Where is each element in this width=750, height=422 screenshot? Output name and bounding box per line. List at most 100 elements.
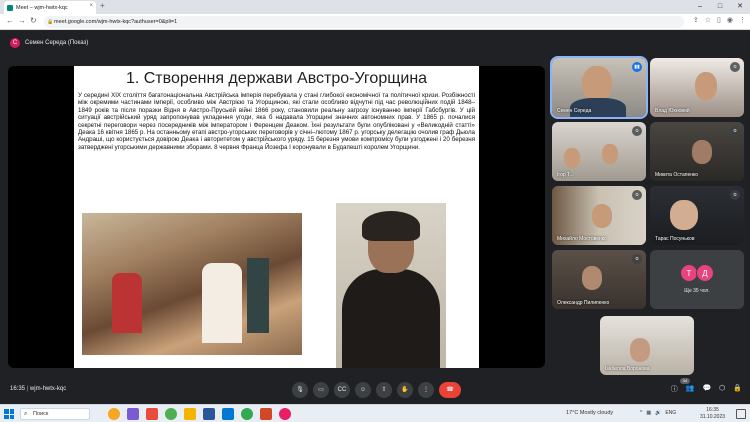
participant-name: Влад Юхновий — [655, 108, 690, 114]
app-icon[interactable] — [127, 408, 139, 420]
participant-tile[interactable]: ⦸ Олександр Пилипенко — [552, 250, 646, 309]
share-icon[interactable]: ⇪ — [693, 16, 699, 24]
info-icon[interactable]: ⓘ — [671, 384, 678, 394]
close-window-icon[interactable]: ✕ — [730, 0, 750, 14]
captions-button[interactable]: CC — [334, 382, 350, 398]
taskbar-search-input[interactable]: ⌕ Поиск — [20, 408, 90, 420]
close-tab-icon[interactable]: × — [89, 3, 93, 9]
participant-tile[interactable]: Ізабелла Воронова — [600, 316, 694, 375]
participant-tile[interactable]: ▮▮ Семен Середа — [550, 56, 648, 119]
folder-icon[interactable] — [184, 408, 196, 420]
camera-button[interactable]: ▭ — [313, 382, 329, 398]
mic-off-icon: ⦸ — [632, 126, 642, 136]
profile-icon[interactable]: ◉ — [727, 16, 733, 24]
leave-call-button[interactable]: ☎ — [439, 382, 461, 398]
participant-name: Семен Середа — [557, 108, 592, 114]
taskbar-search-label: Поиск — [33, 411, 49, 417]
participant-name: Микита Остапенко — [655, 172, 699, 178]
word-icon[interactable] — [203, 408, 215, 420]
meet-favicon-icon — [7, 4, 13, 11]
reload-icon[interactable]: ↻ — [30, 16, 37, 25]
presentation-stage: 1. Створення держави Австро-Угорщина У с… — [8, 66, 545, 368]
participant-tile[interactable]: ⦸ Михайло Мостовенко — [552, 186, 646, 245]
slide-body-text: У середині XIX століття багатонаціональн… — [78, 92, 475, 151]
meeting-code: wjm-hwtx-kqc — [29, 386, 67, 392]
powerpoint-icon[interactable] — [260, 408, 272, 420]
raise-hand-button[interactable]: ✋ — [397, 382, 413, 398]
browser-tab[interactable]: Meet – wjm-hwtx-kqc × — [4, 1, 96, 14]
people-icon[interactable]: 👥 — [686, 384, 695, 394]
presenter-label: Семен Середа (Показ) — [25, 40, 89, 46]
coronation-painting — [82, 213, 302, 355]
url-field[interactable]: 🔒 meet.google.com/wjm-hwtx-kqc?authuser=… — [44, 16, 684, 28]
mic-off-icon: ⦸ — [730, 126, 740, 136]
app-icon[interactable] — [146, 408, 158, 420]
os-taskbar: ⌕ Поиск 17°C Mostly cloudy ^ ▦ 🔊 ENG 16:… — [0, 404, 750, 422]
call-controls: 🎙 ▭ CC ☺ ⇧ ✋ ⋮ ☎ — [292, 382, 461, 398]
maximize-icon[interactable]: □ — [710, 0, 730, 14]
portrait-photo — [336, 203, 446, 368]
participant-tile[interactable]: ⦸ Тарас Посуньков — [650, 186, 744, 245]
network-icon[interactable]: ▦ — [646, 410, 651, 416]
participant-tile[interactable]: ⦸ Ігор Т... — [552, 122, 646, 181]
language-indicator[interactable]: ENG — [665, 410, 676, 416]
more-options-button[interactable]: ⋮ — [418, 382, 434, 398]
browser-actions: ⇪ ☆ ▯ ◉ ⋮ — [693, 16, 746, 24]
present-button[interactable]: ⇧ — [376, 382, 392, 398]
back-icon[interactable]: ← — [6, 16, 14, 25]
emoji-button[interactable]: ☺ — [355, 382, 371, 398]
tray-chevron-icon[interactable]: ^ — [640, 410, 642, 416]
host-controls-icon[interactable]: 🔒 — [733, 384, 742, 394]
lock-icon: 🔒 — [47, 19, 54, 25]
microphone-button[interactable]: 🎙 — [292, 382, 308, 398]
participant-name: Михайло Мостовенко — [557, 236, 607, 242]
participant-name: Ігор Т... — [557, 172, 574, 178]
activities-icon[interactable]: ⬡ — [719, 384, 725, 394]
app-icon[interactable] — [108, 408, 120, 420]
slide-title: 1. Створення держави Австро-Угорщина — [125, 70, 428, 87]
chat-icon[interactable]: 💬 — [702, 384, 711, 394]
more-avatars: Т Д — [680, 264, 714, 282]
more-participants-label: Ще 35 чол. — [684, 288, 710, 294]
sidepanel-icon[interactable]: ▯ — [717, 16, 721, 24]
clock-date: 31.10.2023 — [700, 414, 726, 420]
participant-name: Олександр Пилипенко — [557, 300, 610, 306]
participant-tile[interactable]: ⦸ Микита Остапенко — [650, 122, 744, 181]
url-text: meet.google.com/wjm-hwtx-kqc?authuser=0&… — [54, 19, 178, 25]
search-icon: ⌕ — [24, 411, 28, 417]
participant-name: Тарас Посуньков — [655, 236, 695, 242]
system-tray: ^ ▦ 🔊 ENG — [640, 410, 676, 416]
weather-widget[interactable]: 17°C Mostly cloudy — [566, 410, 613, 416]
mic-off-icon: ⦸ — [632, 254, 642, 264]
participant-grid: ▮▮ Семен Середа ⦸ Влад Юхновий ⦸ Ігор Т.… — [550, 56, 750, 378]
taskbar-clock[interactable]: 16:35 31.10.2023 — [700, 407, 725, 421]
clock-time: 16:35 — [706, 407, 719, 413]
forward-icon[interactable]: → — [18, 16, 26, 25]
windows-start-icon[interactable] — [4, 409, 14, 419]
more-participants-tile[interactable]: Т Д Ще 35 чол. — [650, 250, 744, 309]
outlook-icon[interactable] — [222, 408, 234, 420]
tab-title: Meet – wjm-hwtx-kqc — [16, 4, 68, 11]
bookmark-star-icon[interactable]: ☆ — [705, 16, 711, 24]
panel-controls: ⓘ 👥 💬 ⬡ 🔒 — [671, 384, 742, 394]
speaking-indicator-icon: ▮▮ — [632, 62, 642, 72]
app-icon[interactable] — [279, 408, 291, 420]
browser-tabbar: Meet – wjm-hwtx-kqc × + – □ ✕ — [0, 0, 750, 14]
presentation-slide: 1. Створення держави Австро-Угорщина У с… — [74, 66, 479, 368]
mic-off-icon: ⦸ — [632, 190, 642, 200]
minimize-icon[interactable]: – — [690, 0, 710, 14]
meeting-time: 16:35 — [10, 386, 26, 392]
people-count-badge: 44 — [680, 378, 690, 384]
chrome-icon[interactable] — [241, 408, 253, 420]
notifications-icon[interactable] — [736, 409, 746, 419]
participant-tile[interactable]: ⦸ Влад Юхновий — [650, 58, 744, 117]
mic-off-icon: ⦸ — [730, 190, 740, 200]
menu-kebab-icon[interactable]: ⋮ — [739, 16, 746, 24]
avatar: Д — [696, 264, 714, 282]
meeting-info: 16:35 | wjm-hwtx-kqc — [10, 386, 67, 392]
chrome-icon[interactable] — [165, 408, 177, 420]
window-controls: – □ ✕ — [690, 0, 750, 14]
new-tab-button[interactable]: + — [100, 1, 105, 10]
volume-icon[interactable]: 🔊 — [655, 410, 661, 416]
presenter-avatar: С — [10, 38, 20, 48]
